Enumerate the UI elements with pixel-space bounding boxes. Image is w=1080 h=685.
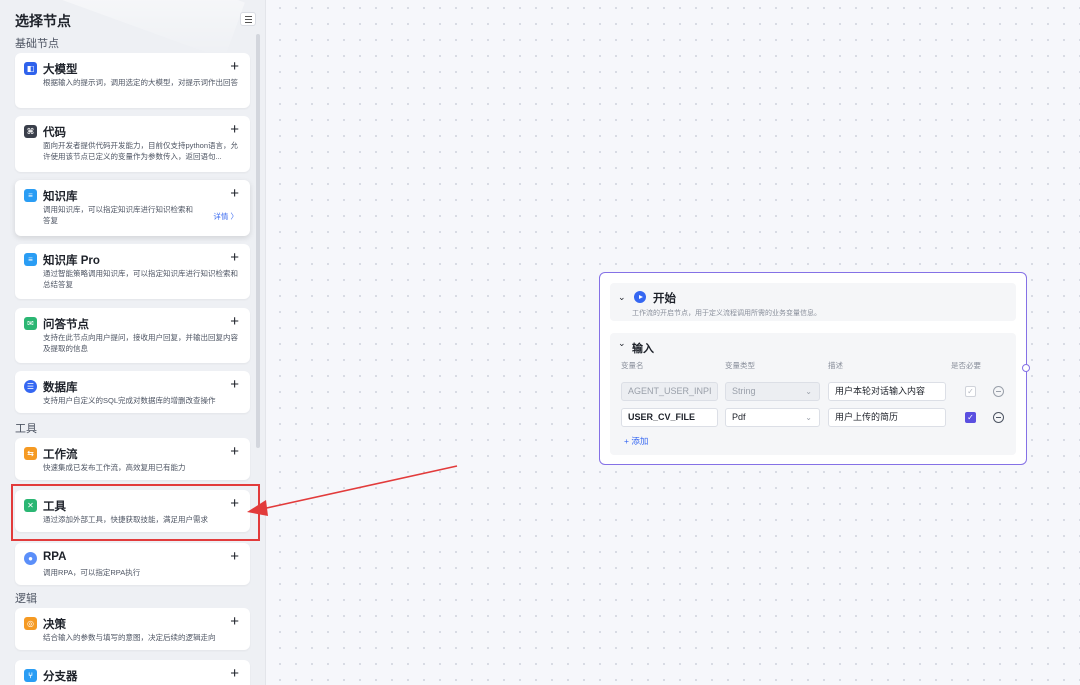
add-variable-button[interactable]: + 添加 [624, 435, 648, 447]
column-header-type: 变量类型 [725, 361, 755, 370]
variable-type-value: String [732, 386, 756, 396]
output-connector-handle[interactable] [1022, 364, 1030, 372]
start-node[interactable]: ⌄ 开始 工作流的开启节点，用于定义流程调用所需的业务变量信息。 ⌄ 输入 变量… [599, 272, 1027, 465]
required-checkbox[interactable]: ✓ [965, 412, 976, 423]
variable-type-value: Pdf [732, 412, 746, 422]
column-header-desc: 描述 [828, 361, 843, 370]
chevron-down-icon: ⌄ [805, 387, 812, 396]
chevron-down-icon[interactable]: ⌄ [618, 292, 626, 303]
column-header-required: 是否必要 [951, 361, 981, 370]
variable-desc-field[interactable]: 用户上传的简历 [828, 408, 946, 427]
variable-desc-field[interactable]: 用户本轮对话输入内容 [828, 382, 946, 401]
node-title: 开始 [653, 293, 676, 305]
node-description: 工作流的开启节点，用于定义流程调用所需的业务变量信息。 [632, 310, 821, 317]
chevron-down-icon[interactable]: ⌄ [618, 338, 626, 349]
variable-type-select[interactable]: Pdf ⌄ [725, 408, 820, 427]
required-checkbox-disabled: ✓ [965, 386, 976, 397]
variable-type-select: String ⌄ [725, 382, 820, 401]
play-icon [634, 291, 646, 303]
column-header-name: 变量名 [621, 361, 644, 370]
variable-name-field[interactable]: USER_CV_FILE [621, 408, 718, 427]
chevron-down-icon: ⌄ [805, 413, 812, 422]
input-section-title: 输入 [632, 343, 654, 355]
start-node-header: ⌄ 开始 工作流的开启节点，用于定义流程调用所需的业务变量信息。 [610, 283, 1016, 321]
variable-name-field: AGENT_USER_INPI [621, 382, 718, 401]
input-panel: ⌄ 输入 变量名 变量类型 描述 是否必要 AGENT_USER_INPI St… [610, 333, 1016, 455]
remove-row-icon[interactable] [993, 386, 1004, 397]
remove-row-icon[interactable] [993, 412, 1004, 423]
